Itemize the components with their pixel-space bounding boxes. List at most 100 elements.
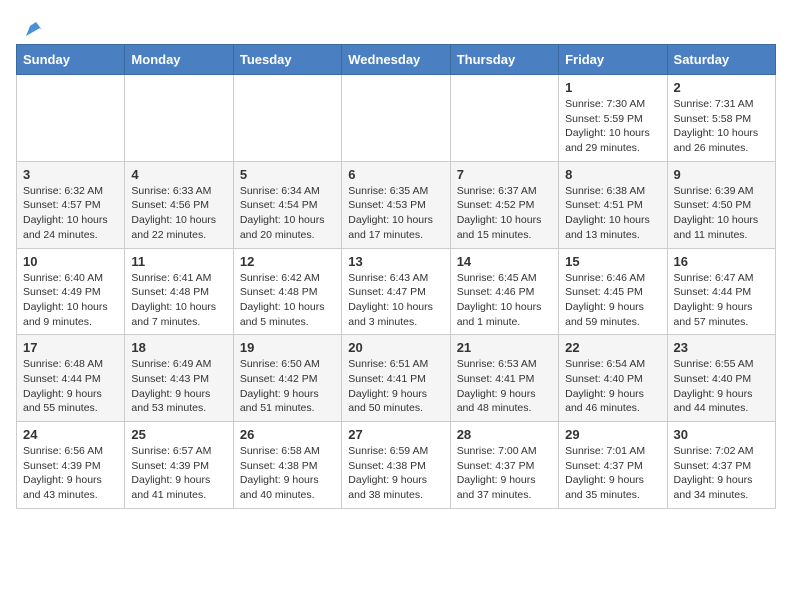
day-info: Sunrise: 6:54 AM Sunset: 4:40 PM Dayligh… <box>565 357 660 416</box>
calendar-cell: 3 Sunrise: 6:32 AM Sunset: 4:57 PM Daylig… <box>17 161 125 248</box>
day-info: Sunrise: 6:56 AM Sunset: 4:39 PM Dayligh… <box>23 444 118 503</box>
logo <box>20 18 44 40</box>
calendar-week: 10Sunrise: 6:40 AM Sunset: 4:49 PM Dayli… <box>17 248 776 335</box>
day-info: Sunrise: 6:39 AM Sunset: 4:50 PM Dayligh… <box>674 184 769 243</box>
day-number: 28 <box>457 427 552 442</box>
day-info: Sunrise: 6:35 AM Sunset: 4:53 PM Dayligh… <box>348 184 443 243</box>
day-number: 19 <box>240 340 335 355</box>
day-info: Sunrise: 7:00 AM Sunset: 4:37 PM Dayligh… <box>457 444 552 503</box>
calendar-cell: 16 Sunrise: 6:47 AM Sunset: 4:44 PM Dayli… <box>667 248 775 335</box>
day-number: 15 <box>565 254 660 269</box>
calendar-cell: 17 Sunrise: 6:48 AM Sunset: 4:44 PM Dayli… <box>17 335 125 422</box>
calendar-cell: 26 Sunrise: 6:58 AM Sunset: 4:38 PM Dayli… <box>233 422 341 509</box>
calendar-cell: 13Sunrise: 6:43 AM Sunset: 4:47 PM Dayli… <box>342 248 450 335</box>
day-info: Sunrise: 6:43 AM Sunset: 4:47 PM Dayligh… <box>348 271 443 330</box>
day-number: 23 <box>674 340 769 355</box>
calendar-table: SundayMondayTuesdayWednesdayThursdayFrid… <box>16 44 776 509</box>
day-info: Sunrise: 6:45 AM Sunset: 4:46 PM Dayligh… <box>457 271 552 330</box>
day-info: Sunrise: 7:31 AM Sunset: 5:58 PM Dayligh… <box>674 97 769 156</box>
day-info: Sunrise: 6:38 AM Sunset: 4:51 PM Dayligh… <box>565 184 660 243</box>
day-number: 26 <box>240 427 335 442</box>
day-info: Sunrise: 7:02 AM Sunset: 4:37 PM Dayligh… <box>674 444 769 503</box>
day-number: 12 <box>240 254 335 269</box>
day-number: 18 <box>131 340 226 355</box>
calendar-cell: 5Sunrise: 6:34 AM Sunset: 4:54 PM Daylig… <box>233 161 341 248</box>
day-number: 8 <box>565 167 660 182</box>
calendar-cell: 24 Sunrise: 6:56 AM Sunset: 4:39 PM Dayli… <box>17 422 125 509</box>
weekday-header: Saturday <box>667 45 775 75</box>
day-number: 24 <box>23 427 118 442</box>
calendar-body: 1 Sunrise: 7:30 AM Sunset: 5:59 PM Daylig… <box>17 75 776 509</box>
calendar-cell: 4Sunrise: 6:33 AM Sunset: 4:56 PM Daylig… <box>125 161 233 248</box>
calendar-cell: 14 Sunrise: 6:45 AM Sunset: 4:46 PM Dayli… <box>450 248 558 335</box>
day-info: Sunrise: 6:58 AM Sunset: 4:38 PM Dayligh… <box>240 444 335 503</box>
day-number: 30 <box>674 427 769 442</box>
calendar-cell: 1 Sunrise: 7:30 AM Sunset: 5:59 PM Daylig… <box>559 75 667 162</box>
day-info: Sunrise: 6:46 AM Sunset: 4:45 PM Dayligh… <box>565 271 660 330</box>
calendar-week: 17 Sunrise: 6:48 AM Sunset: 4:44 PM Dayli… <box>17 335 776 422</box>
weekday-header: Sunday <box>17 45 125 75</box>
calendar-cell: 23 Sunrise: 6:55 AM Sunset: 4:40 PM Dayli… <box>667 335 775 422</box>
calendar-cell: 28 Sunrise: 7:00 AM Sunset: 4:37 PM Dayli… <box>450 422 558 509</box>
calendar-cell: 19 Sunrise: 6:50 AM Sunset: 4:42 PM Dayli… <box>233 335 341 422</box>
day-info: Sunrise: 6:51 AM Sunset: 4:41 PM Dayligh… <box>348 357 443 416</box>
day-info: Sunrise: 7:30 AM Sunset: 5:59 PM Dayligh… <box>565 97 660 156</box>
weekday-header: Monday <box>125 45 233 75</box>
weekday-header: Wednesday <box>342 45 450 75</box>
day-info: Sunrise: 6:32 AM Sunset: 4:57 PM Dayligh… <box>23 184 118 243</box>
calendar-cell: 30 Sunrise: 7:02 AM Sunset: 4:37 PM Dayli… <box>667 422 775 509</box>
calendar-cell: 11 Sunrise: 6:41 AM Sunset: 4:48 PM Dayli… <box>125 248 233 335</box>
day-number: 14 <box>457 254 552 269</box>
weekday-row: SundayMondayTuesdayWednesdayThursdayFrid… <box>17 45 776 75</box>
day-number: 9 <box>674 167 769 182</box>
day-number: 11 <box>131 254 226 269</box>
header <box>10 10 782 44</box>
day-info: Sunrise: 6:48 AM Sunset: 4:44 PM Dayligh… <box>23 357 118 416</box>
day-number: 1 <box>565 80 660 95</box>
calendar-week: 3 Sunrise: 6:32 AM Sunset: 4:57 PM Daylig… <box>17 161 776 248</box>
calendar: SundayMondayTuesdayWednesdayThursdayFrid… <box>10 44 782 519</box>
day-info: Sunrise: 7:01 AM Sunset: 4:37 PM Dayligh… <box>565 444 660 503</box>
calendar-cell: 8 Sunrise: 6:38 AM Sunset: 4:51 PM Daylig… <box>559 161 667 248</box>
day-info: Sunrise: 6:50 AM Sunset: 4:42 PM Dayligh… <box>240 357 335 416</box>
day-info: Sunrise: 6:34 AM Sunset: 4:54 PM Dayligh… <box>240 184 335 243</box>
calendar-cell: 29 Sunrise: 7:01 AM Sunset: 4:37 PM Dayli… <box>559 422 667 509</box>
day-number: 17 <box>23 340 118 355</box>
day-info: Sunrise: 6:42 AM Sunset: 4:48 PM Dayligh… <box>240 271 335 330</box>
day-number: 6 <box>348 167 443 182</box>
calendar-cell: 25 Sunrise: 6:57 AM Sunset: 4:39 PM Dayli… <box>125 422 233 509</box>
day-number: 22 <box>565 340 660 355</box>
calendar-cell: 7 Sunrise: 6:37 AM Sunset: 4:52 PM Daylig… <box>450 161 558 248</box>
day-number: 3 <box>23 167 118 182</box>
calendar-week: 24 Sunrise: 6:56 AM Sunset: 4:39 PM Dayli… <box>17 422 776 509</box>
day-info: Sunrise: 6:55 AM Sunset: 4:40 PM Dayligh… <box>674 357 769 416</box>
calendar-cell: 12 Sunrise: 6:42 AM Sunset: 4:48 PM Dayli… <box>233 248 341 335</box>
calendar-cell: 21Sunrise: 6:53 AM Sunset: 4:41 PM Dayli… <box>450 335 558 422</box>
day-info: Sunrise: 6:41 AM Sunset: 4:48 PM Dayligh… <box>131 271 226 330</box>
calendar-cell <box>17 75 125 162</box>
weekday-header: Tuesday <box>233 45 341 75</box>
calendar-cell: 15 Sunrise: 6:46 AM Sunset: 4:45 PM Dayli… <box>559 248 667 335</box>
day-number: 20 <box>348 340 443 355</box>
day-number: 29 <box>565 427 660 442</box>
day-number: 16 <box>674 254 769 269</box>
day-number: 25 <box>131 427 226 442</box>
day-number: 10 <box>23 254 118 269</box>
calendar-cell: 18Sunrise: 6:49 AM Sunset: 4:43 PM Dayli… <box>125 335 233 422</box>
day-info: Sunrise: 6:53 AM Sunset: 4:41 PM Dayligh… <box>457 357 552 416</box>
day-number: 2 <box>674 80 769 95</box>
calendar-cell: 9 Sunrise: 6:39 AM Sunset: 4:50 PM Daylig… <box>667 161 775 248</box>
day-info: Sunrise: 6:33 AM Sunset: 4:56 PM Dayligh… <box>131 184 226 243</box>
weekday-header: Thursday <box>450 45 558 75</box>
calendar-cell <box>450 75 558 162</box>
calendar-header: SundayMondayTuesdayWednesdayThursdayFrid… <box>17 45 776 75</box>
day-info: Sunrise: 6:37 AM Sunset: 4:52 PM Dayligh… <box>457 184 552 243</box>
weekday-header: Friday <box>559 45 667 75</box>
calendar-cell <box>233 75 341 162</box>
day-number: 27 <box>348 427 443 442</box>
calendar-week: 1 Sunrise: 7:30 AM Sunset: 5:59 PM Daylig… <box>17 75 776 162</box>
day-number: 7 <box>457 167 552 182</box>
calendar-cell <box>125 75 233 162</box>
day-info: Sunrise: 6:57 AM Sunset: 4:39 PM Dayligh… <box>131 444 226 503</box>
day-info: Sunrise: 6:47 AM Sunset: 4:44 PM Dayligh… <box>674 271 769 330</box>
